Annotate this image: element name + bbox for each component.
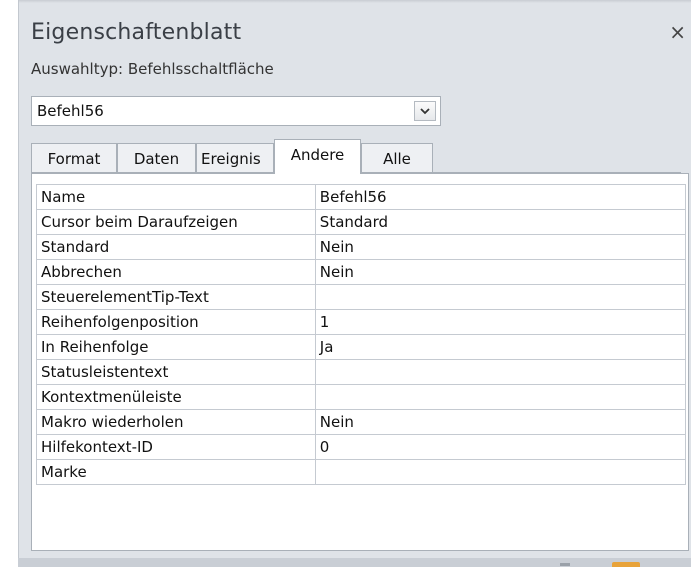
property-name: In Reihenfolge: [36, 334, 316, 360]
property-row[interactable]: Cursor beim Daraufzeigen Standard: [36, 209, 687, 235]
tab-label: Format: [47, 149, 101, 168]
selection-type-label: Auswahltyp: Befehlsschaltfläche: [31, 60, 274, 78]
status-indicator: [560, 563, 570, 566]
tab-format[interactable]: Format: [31, 143, 117, 173]
property-row[interactable]: Kontextmenüleiste: [36, 384, 687, 410]
panel-title: Eigenschaftenblatt: [31, 20, 242, 45]
property-name: Kontextmenüleiste: [36, 384, 316, 410]
property-grid: Name Befehl56 Cursor beim Daraufzeigen Stan…: [31, 173, 689, 551]
tab-label: Alle: [383, 149, 411, 168]
property-name: Makro wiederholen: [36, 409, 316, 435]
property-row[interactable]: Standard Nein: [36, 234, 687, 260]
close-icon[interactable]: ×: [669, 22, 686, 42]
property-value-field[interactable]: Nein: [314, 234, 687, 260]
chevron-down-icon[interactable]: [414, 101, 436, 121]
property-value-field[interactable]: Ja: [314, 334, 687, 360]
property-name: Standard: [36, 234, 316, 260]
property-name: SteuerelementTip-Text: [36, 284, 316, 310]
property-row[interactable]: Statusleistentext: [36, 359, 687, 385]
status-indicator-accent: [612, 562, 640, 567]
tab-label: Andere: [290, 146, 345, 164]
property-name: Abbrechen: [36, 259, 316, 285]
property-row[interactable]: SteuerelementTip-Text: [36, 284, 687, 310]
property-value-field[interactable]: Standard: [314, 209, 687, 235]
property-row[interactable]: Marke: [36, 459, 687, 485]
tab-label: Daten: [133, 149, 180, 168]
property-tabs: Format Daten Ereignis Andere Alle: [31, 139, 681, 174]
panel-top-edge: [19, 0, 691, 3]
property-row[interactable]: Abbrechen Nein: [36, 259, 687, 285]
property-value-field[interactable]: Befehl56: [314, 184, 687, 210]
property-row[interactable]: In Reihenfolge Ja: [36, 334, 687, 360]
property-row[interactable]: Name Befehl56: [36, 184, 687, 210]
property-row[interactable]: Makro wiederholen Nein: [36, 409, 687, 435]
property-name: Statusleistentext: [36, 359, 316, 385]
property-value-field[interactable]: [314, 284, 687, 310]
tab-ereignis[interactable]: Ereignis: [196, 143, 274, 173]
property-name: Marke: [36, 459, 316, 485]
property-value-field[interactable]: Nein: [314, 259, 687, 285]
object-selector-combobox[interactable]: Befehl56: [31, 96, 441, 126]
property-value-field[interactable]: 0: [314, 434, 687, 460]
property-value-field[interactable]: [314, 359, 687, 385]
tab-alle[interactable]: Alle: [361, 143, 433, 173]
property-value-field[interactable]: 1: [314, 309, 687, 335]
property-sheet-panel: Eigenschaftenblatt × Auswahltyp: Befehls…: [18, 0, 691, 558]
property-row[interactable]: Hilfekontext-ID 0: [36, 434, 687, 460]
property-name: Cursor beim Daraufzeigen: [36, 209, 316, 235]
property-value-field[interactable]: Nein: [314, 409, 687, 435]
property-name: Hilfekontext-ID: [36, 434, 316, 460]
tab-daten[interactable]: Daten: [117, 143, 196, 173]
object-selector-value: Befehl56: [37, 102, 104, 120]
property-row[interactable]: Reihenfolgenposition 1: [36, 309, 687, 335]
property-name: Reihenfolgenposition: [36, 309, 316, 335]
property-value-field[interactable]: [314, 384, 687, 410]
tab-andere[interactable]: Andere: [274, 139, 361, 174]
tab-label: Ereignis: [201, 149, 261, 168]
property-table: Name Befehl56 Cursor beim Daraufzeigen Stan…: [36, 184, 687, 485]
bottom-edge: [18, 558, 691, 567]
property-value-field[interactable]: [314, 459, 687, 485]
property-name: Name: [36, 184, 316, 210]
